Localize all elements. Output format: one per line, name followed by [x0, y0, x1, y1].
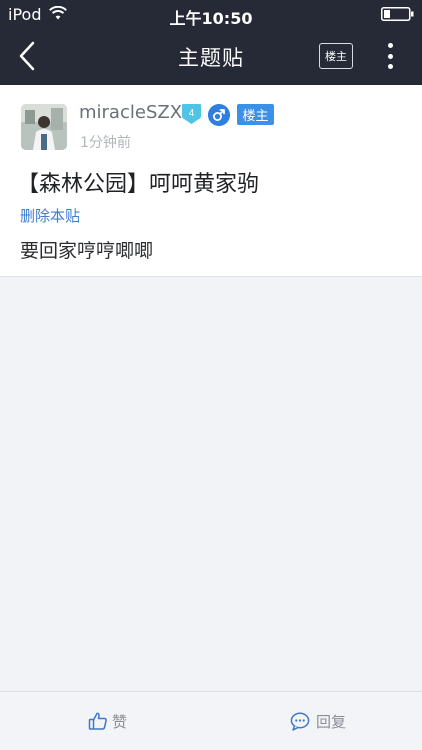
op-badge: 楼主	[237, 104, 274, 125]
like-button[interactable]: 赞	[88, 708, 127, 734]
post-body: 要回家哼哼唧唧	[20, 240, 154, 262]
top-bar: iPod 上午10:50 主题贴 楼主	[0, 0, 422, 85]
more-options-icon[interactable]	[378, 40, 402, 72]
status-time: 上午10:50	[169, 9, 253, 28]
post-title: 【森林公园】呵呵黄家驹	[17, 172, 260, 197]
like-label: 赞	[112, 712, 128, 731]
post-card: miracleSZX 4 楼主 1分钟前 【森林公园】呵呵黄家驹 删除本贴 要回…	[0, 85, 422, 277]
username[interactable]: miracleSZX	[79, 102, 182, 123]
delete-post-link[interactable]: 删除本贴	[20, 205, 80, 226]
level-badge-icon: 4	[182, 104, 201, 124]
status-bar: iPod 上午10:50	[0, 0, 422, 28]
reply-label: 回复	[316, 712, 347, 731]
page-title: 主题贴	[178, 46, 244, 70]
battery-icon	[381, 7, 414, 21]
op-only-button[interactable]: 楼主	[319, 43, 353, 69]
level-number: 4	[189, 108, 195, 119]
navigation-bar: 主题贴 楼主	[0, 28, 422, 85]
comment-icon	[290, 712, 310, 731]
avatar[interactable]	[21, 104, 67, 150]
post-timestamp: 1分钟前	[80, 135, 131, 151]
thumbs-up-icon	[88, 712, 107, 730]
bottom-action-bar: 赞 回复	[0, 691, 422, 750]
male-icon	[208, 104, 230, 126]
reply-button[interactable]: 回复	[290, 708, 346, 734]
